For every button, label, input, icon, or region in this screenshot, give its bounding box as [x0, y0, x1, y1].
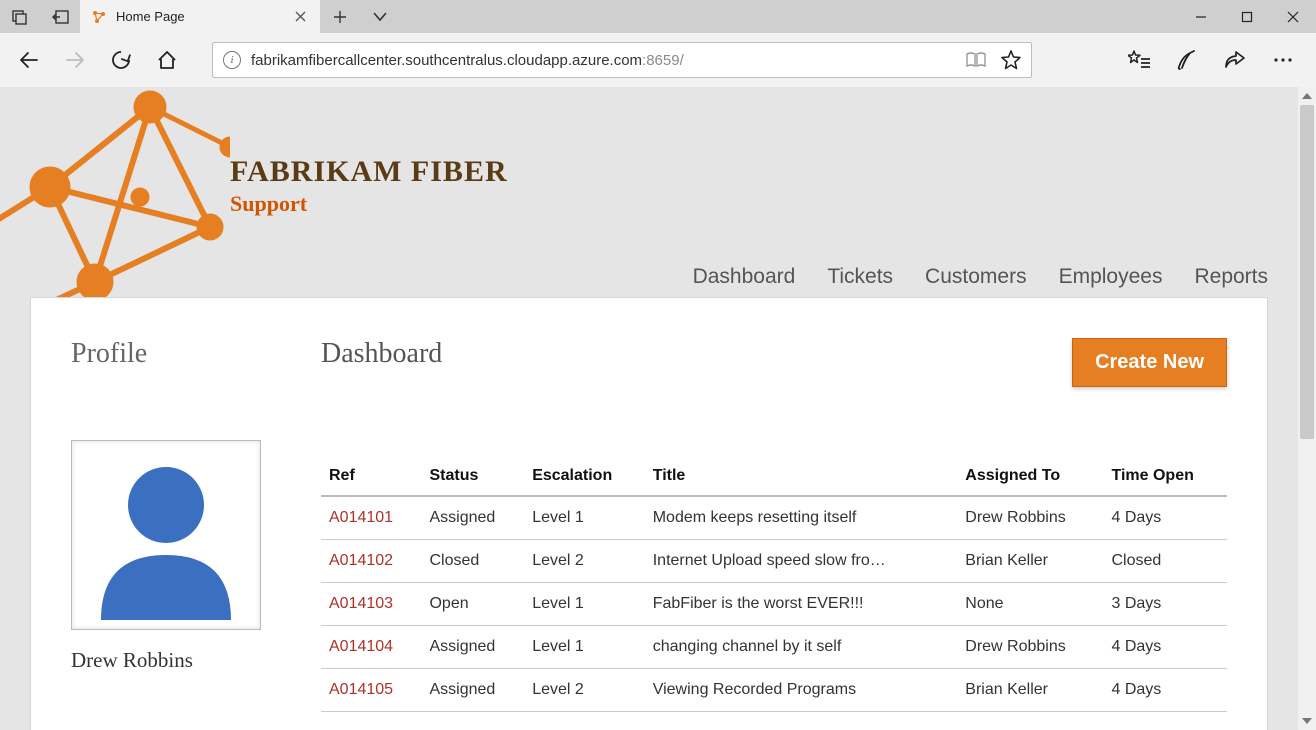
ticket-assigned: None: [957, 583, 1103, 626]
window-close-button[interactable]: [1270, 0, 1316, 33]
address-bar[interactable]: i fabrikamfibercallcenter.southcentralus…: [212, 42, 1032, 78]
back-button[interactable]: [8, 39, 50, 81]
ticket-ref-link[interactable]: A014103: [329, 595, 393, 612]
scroll-up-icon[interactable]: [1298, 87, 1316, 105]
ticket-title: FabFiber is the worst EVER!!!: [645, 583, 958, 626]
favorites-list-icon[interactable]: [1120, 41, 1158, 79]
tab-close-icon[interactable]: [292, 9, 308, 25]
browser-titlebar: Home Page: [0, 0, 1316, 33]
browser-toolbar: i fabrikamfibercallcenter.southcentralus…: [0, 33, 1316, 87]
tab-aside-icon[interactable]: [0, 0, 40, 33]
ticket-status: Assigned: [421, 626, 524, 669]
ticket-title: Internet Upload speed slow fro…: [645, 540, 958, 583]
reading-view-icon[interactable]: [965, 51, 987, 69]
table-row: A014105 AssignedLevel 2Viewing Recorded P…: [321, 669, 1227, 712]
table-header-row: Ref Status Escalation Title Assigned To …: [321, 457, 1227, 496]
browser-tab[interactable]: Home Page: [80, 0, 320, 33]
page-header: FABRIKAM FIBER Support Dashboard Tickets…: [0, 87, 1298, 297]
favicon-icon: [90, 8, 108, 26]
ticket-escalation: Level 2: [524, 669, 645, 712]
nav-tickets[interactable]: Tickets: [827, 265, 893, 289]
ticket-status: Open: [421, 583, 524, 626]
site-info-icon[interactable]: i: [223, 51, 241, 69]
nav-reports[interactable]: Reports: [1194, 265, 1268, 289]
brand-subtitle: Support: [230, 191, 508, 217]
table-row: A014101 AssignedLevel 1Modem keeps resett…: [321, 496, 1227, 540]
col-ref: Ref: [321, 457, 421, 496]
favorite-star-icon[interactable]: [1001, 50, 1021, 70]
ticket-escalation: Level 2: [524, 540, 645, 583]
tickets-table: Ref Status Escalation Title Assigned To …: [321, 457, 1227, 712]
tab-title: Home Page: [116, 9, 284, 24]
table-row: A014104 AssignedLevel 1changing channel b…: [321, 626, 1227, 669]
scroll-down-icon[interactable]: [1298, 712, 1316, 730]
ticket-status: Assigned: [421, 496, 524, 540]
profile-heading: Profile: [71, 338, 281, 370]
ticket-assigned: Drew Robbins: [957, 496, 1103, 540]
col-escalation: Escalation: [524, 457, 645, 496]
ticket-title: changing channel by it self: [645, 626, 958, 669]
window-maximize-button[interactable]: [1224, 0, 1270, 33]
ticket-escalation: Level 1: [524, 496, 645, 540]
avatar: [71, 440, 261, 630]
ticket-time: 3 Days: [1103, 583, 1227, 626]
window-minimize-button[interactable]: [1178, 0, 1224, 33]
ticket-ref-link[interactable]: A014101: [329, 509, 393, 526]
url-text: fabrikamfibercallcenter.southcentralus.c…: [251, 52, 684, 69]
ticket-time: 4 Days: [1103, 669, 1227, 712]
col-assigned: Assigned To: [957, 457, 1103, 496]
nav-employees[interactable]: Employees: [1059, 265, 1163, 289]
ticket-assigned: Brian Keller: [957, 540, 1103, 583]
create-new-button[interactable]: Create New: [1072, 338, 1227, 387]
dashboard-main: Dashboard Create New Ref Status Escalati…: [321, 338, 1227, 712]
ticket-ref-link[interactable]: A014104: [329, 638, 393, 655]
ticket-time: 4 Days: [1103, 496, 1227, 540]
ticket-time: 4 Days: [1103, 626, 1227, 669]
home-button[interactable]: [146, 39, 188, 81]
refresh-button[interactable]: [100, 39, 142, 81]
ticket-assigned: Drew Robbins: [957, 626, 1103, 669]
ticket-status: Closed: [421, 540, 524, 583]
fabrikam-logo: [0, 87, 230, 297]
ticket-title: Viewing Recorded Programs: [645, 669, 958, 712]
ticket-ref-link[interactable]: A014102: [329, 552, 393, 569]
table-row: A014102ClosedLevel 2Internet Upload spee…: [321, 540, 1227, 583]
dashboard-heading: Dashboard: [321, 338, 442, 370]
new-tab-button[interactable]: [320, 0, 360, 33]
ticket-escalation: Level 1: [524, 583, 645, 626]
profile-sidebar: Profile Drew Robbins: [71, 338, 281, 712]
nav-customers[interactable]: Customers: [925, 265, 1027, 289]
page-viewport: FABRIKAM FIBER Support Dashboard Tickets…: [0, 87, 1298, 730]
ticket-escalation: Level 1: [524, 626, 645, 669]
content-card: Profile Drew Robbins: [30, 297, 1268, 730]
forward-button[interactable]: [54, 39, 96, 81]
brand-title: FABRIKAM FIBER: [230, 155, 508, 189]
table-row: A014103 OpenLevel 1FabFiber is the worst …: [321, 583, 1227, 626]
share-icon[interactable]: [1216, 41, 1254, 79]
ticket-assigned: Brian Keller: [957, 669, 1103, 712]
set-tabs-aside-icon[interactable]: [40, 0, 80, 33]
ticket-time: Closed: [1103, 540, 1227, 583]
notes-icon[interactable]: [1168, 41, 1206, 79]
more-icon[interactable]: [1264, 41, 1302, 79]
col-time: Time Open: [1103, 457, 1227, 496]
ticket-ref-link[interactable]: A014105: [329, 681, 393, 698]
col-title: Title: [645, 457, 958, 496]
top-nav: Dashboard Tickets Customers Employees Re…: [693, 265, 1268, 289]
nav-dashboard[interactable]: Dashboard: [693, 265, 796, 289]
profile-name: Drew Robbins: [71, 648, 281, 673]
ticket-title: Modem keeps resetting itself: [645, 496, 958, 540]
col-status: Status: [421, 457, 524, 496]
vertical-scrollbar[interactable]: [1298, 87, 1316, 730]
scroll-thumb[interactable]: [1300, 105, 1314, 439]
ticket-status: Assigned: [421, 669, 524, 712]
tab-actions-icon[interactable]: [360, 0, 400, 33]
